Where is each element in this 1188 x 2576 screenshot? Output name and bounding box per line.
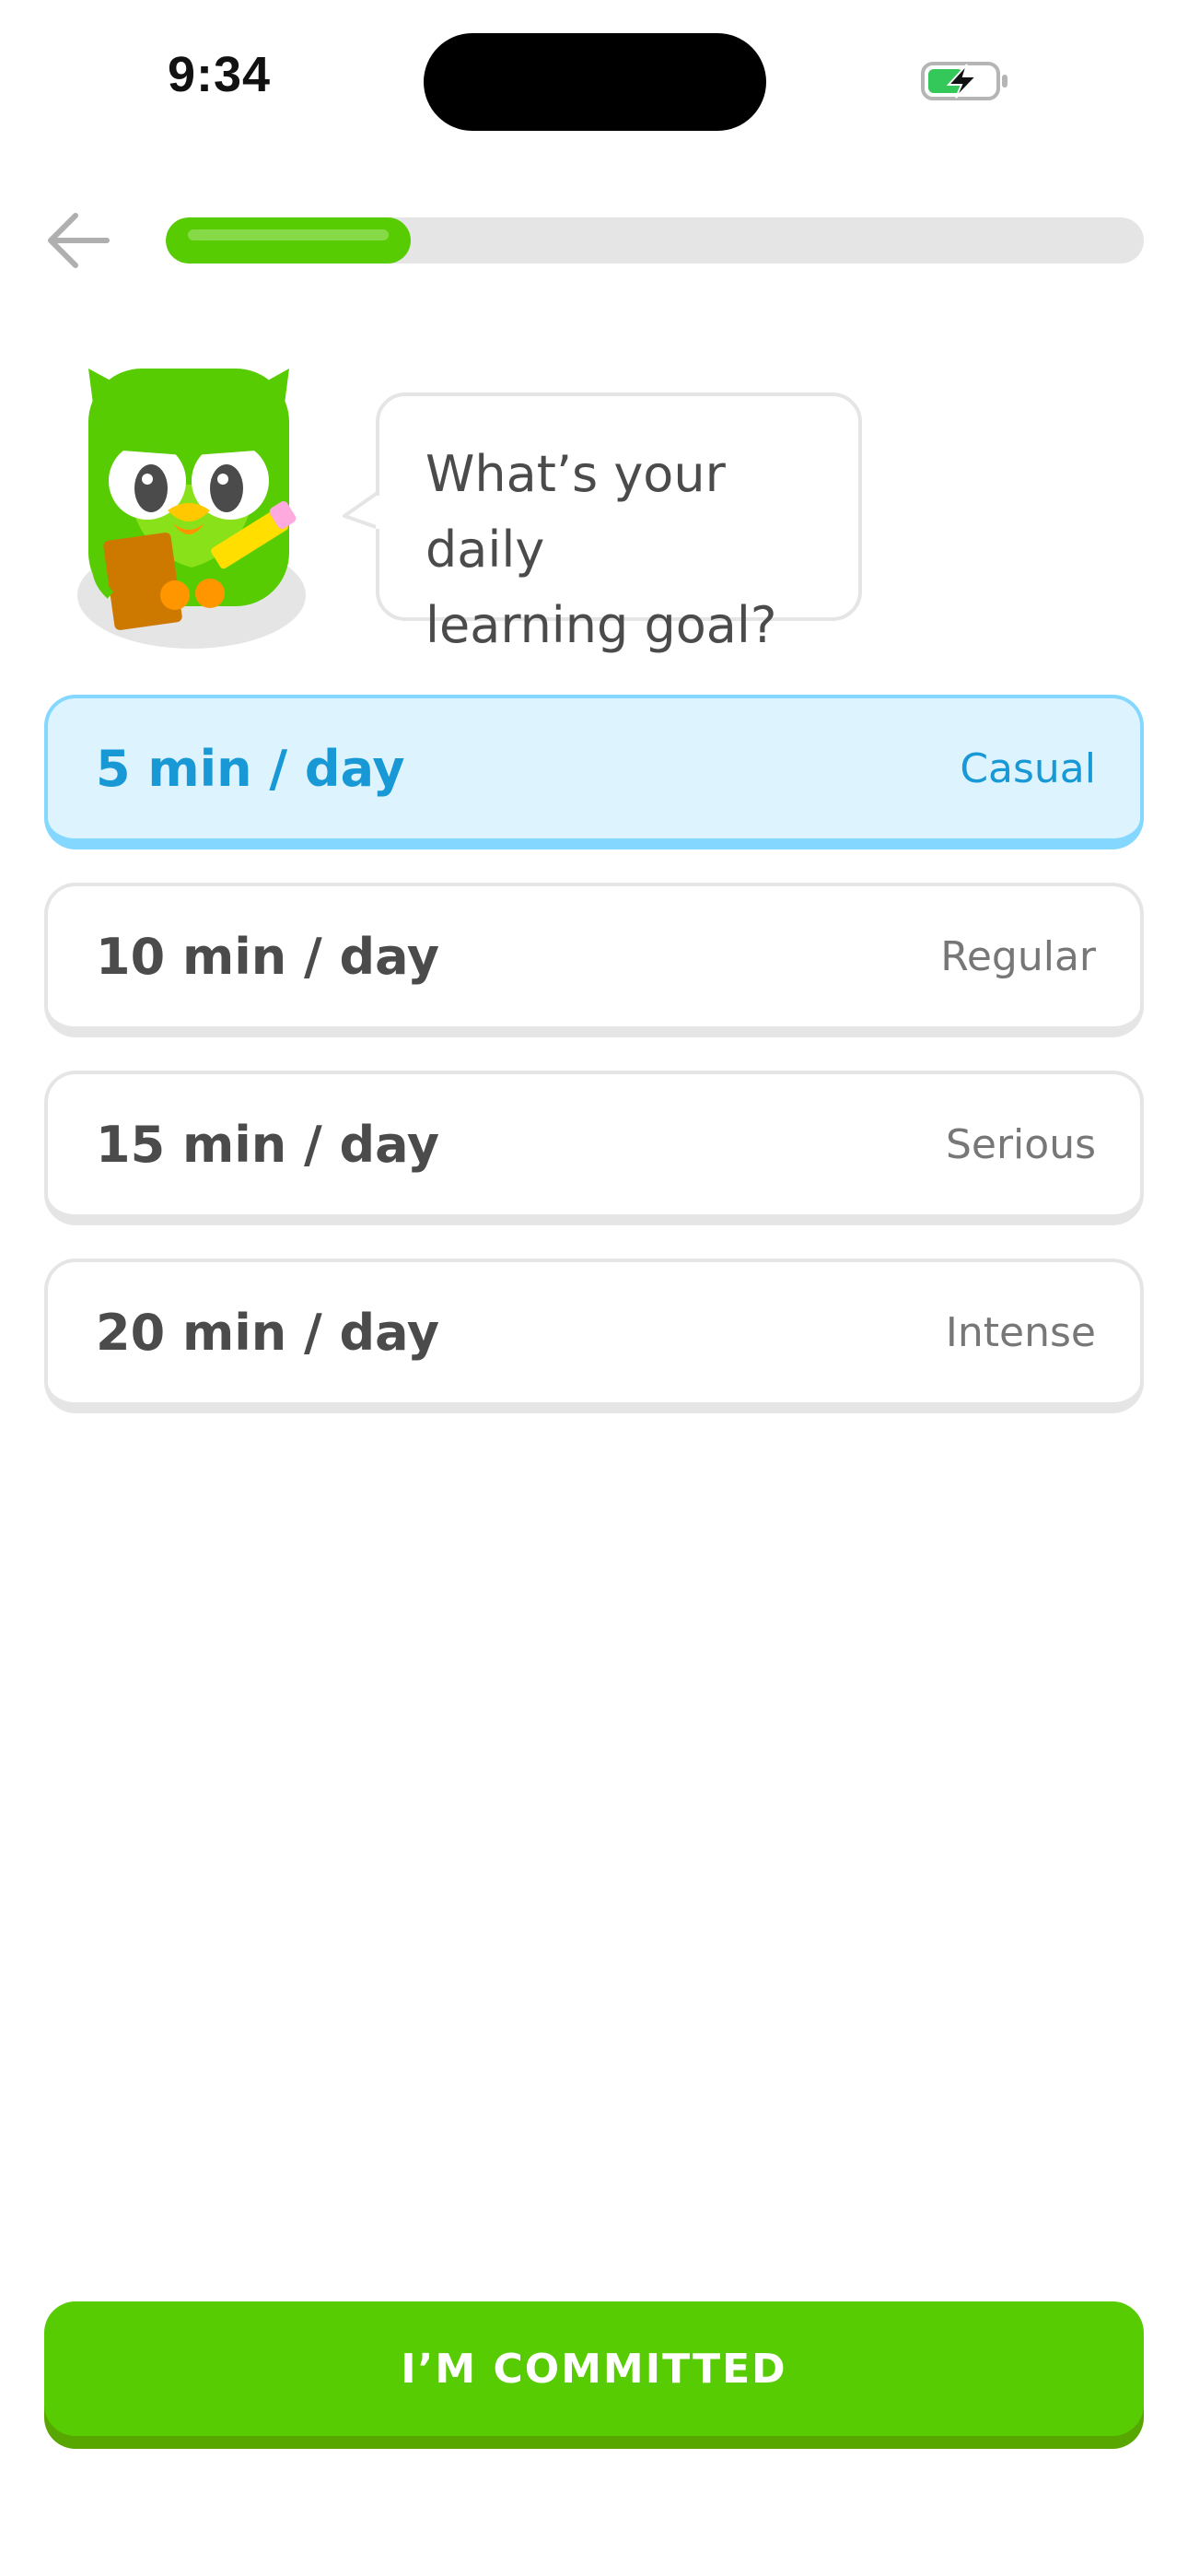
option-level: Serious bbox=[945, 1120, 1096, 1168]
prompt-line-1: What’s your daily bbox=[425, 445, 726, 579]
option-level: Regular bbox=[940, 932, 1096, 980]
progress-bar bbox=[166, 217, 1144, 263]
option-label: 5 min / day bbox=[96, 739, 405, 798]
option-label: 20 min / day bbox=[96, 1303, 440, 1362]
goal-option-10-min[interactable]: 10 min / day Regular bbox=[44, 883, 1144, 1037]
goal-option-15-min[interactable]: 15 min / day Serious bbox=[44, 1071, 1144, 1225]
im-committed-button[interactable]: I’M COMMITTED bbox=[44, 2301, 1144, 2436]
owl-mascot-icon bbox=[77, 369, 306, 649]
screen: 9:34 What’s your daily learning goal? 5 … bbox=[0, 0, 1188, 2576]
commit-button-label: I’M COMMITTED bbox=[401, 2345, 787, 2393]
back-button[interactable] bbox=[42, 205, 114, 276]
status-time: 9:34 bbox=[168, 47, 272, 102]
option-level: Casual bbox=[960, 744, 1096, 792]
progress-shine bbox=[188, 229, 389, 240]
arrow-left-icon bbox=[48, 213, 110, 268]
progress-fill bbox=[166, 217, 411, 263]
option-label: 10 min / day bbox=[96, 927, 440, 986]
bubble-tail-joint bbox=[376, 496, 383, 529]
speech-bubble: What’s your daily learning goal? bbox=[376, 392, 862, 654]
goal-option-5-min[interactable]: 5 min / day Casual bbox=[44, 695, 1144, 849]
goal-option-20-min[interactable]: 20 min / day Intense bbox=[44, 1259, 1144, 1413]
dynamic-island bbox=[424, 33, 766, 131]
prompt-line-2: learning goal? bbox=[425, 596, 777, 654]
option-label: 15 min / day bbox=[96, 1115, 440, 1174]
battery-charging-icon bbox=[921, 62, 1007, 100]
option-level: Intense bbox=[945, 1308, 1096, 1356]
